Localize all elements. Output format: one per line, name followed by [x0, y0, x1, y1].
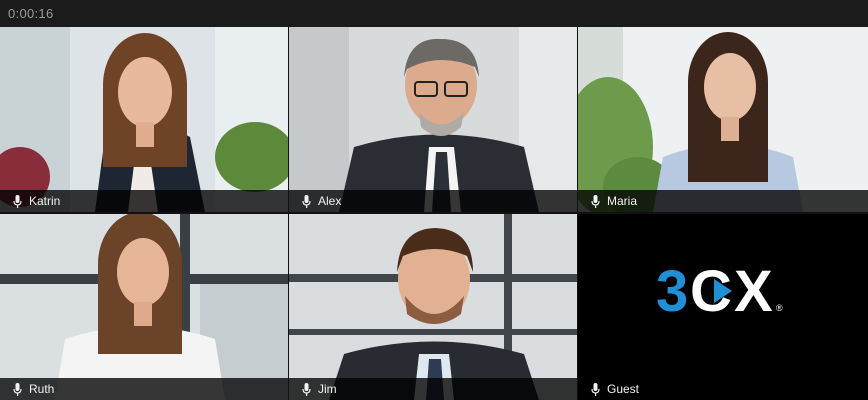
- participant-name: Maria: [607, 194, 638, 208]
- participant-video: [0, 27, 288, 212]
- participant-name: Ruth: [29, 382, 55, 396]
- svg-text:X: X: [734, 261, 773, 321]
- microphone-icon: [13, 383, 22, 396]
- video-grid: Katrin Alex Maria Ruth Jim 3 C X ® Guest: [0, 27, 868, 400]
- svg-text:3: 3: [656, 261, 688, 321]
- participant-video: [289, 214, 577, 400]
- participant-name: Jim: [318, 382, 337, 396]
- participant-name: Guest: [607, 382, 640, 396]
- participant-tile-maria[interactable]: Maria: [578, 27, 868, 212]
- svg-text:®: ®: [776, 303, 783, 313]
- call-duration-timer: 0:00:16: [8, 6, 54, 21]
- participant-label: Katrin: [0, 190, 288, 212]
- participant-video: [578, 27, 868, 212]
- microphone-icon: [591, 195, 600, 208]
- participant-label: Guest: [578, 378, 868, 400]
- microphone-icon: [302, 195, 311, 208]
- participant-label: Alex: [289, 190, 577, 212]
- participant-label: Ruth: [0, 378, 288, 400]
- participant-tile-jim[interactable]: Jim: [289, 214, 577, 400]
- microphone-icon: [302, 383, 311, 396]
- call-header-bar: 0:00:16: [0, 0, 868, 27]
- participant-video: [289, 27, 577, 212]
- 3cx-logo: 3 C X ®: [656, 259, 806, 326]
- 3cx-logo-mark: 3 C X ®: [656, 259, 783, 324]
- participant-label: Jim: [289, 378, 577, 400]
- participant-tile-guest[interactable]: 3 C X ® Guest: [578, 214, 868, 400]
- participant-tile-ruth[interactable]: Ruth: [0, 214, 288, 400]
- microphone-icon: [13, 195, 22, 208]
- participant-label: Maria: [578, 190, 868, 212]
- participant-tile-katrin[interactable]: Katrin: [0, 27, 288, 212]
- participant-tile-alex[interactable]: Alex: [289, 27, 577, 212]
- microphone-icon: [591, 383, 600, 396]
- participant-name: Katrin: [29, 194, 61, 208]
- participant-video: [0, 214, 288, 400]
- participant-name: Alex: [318, 194, 342, 208]
